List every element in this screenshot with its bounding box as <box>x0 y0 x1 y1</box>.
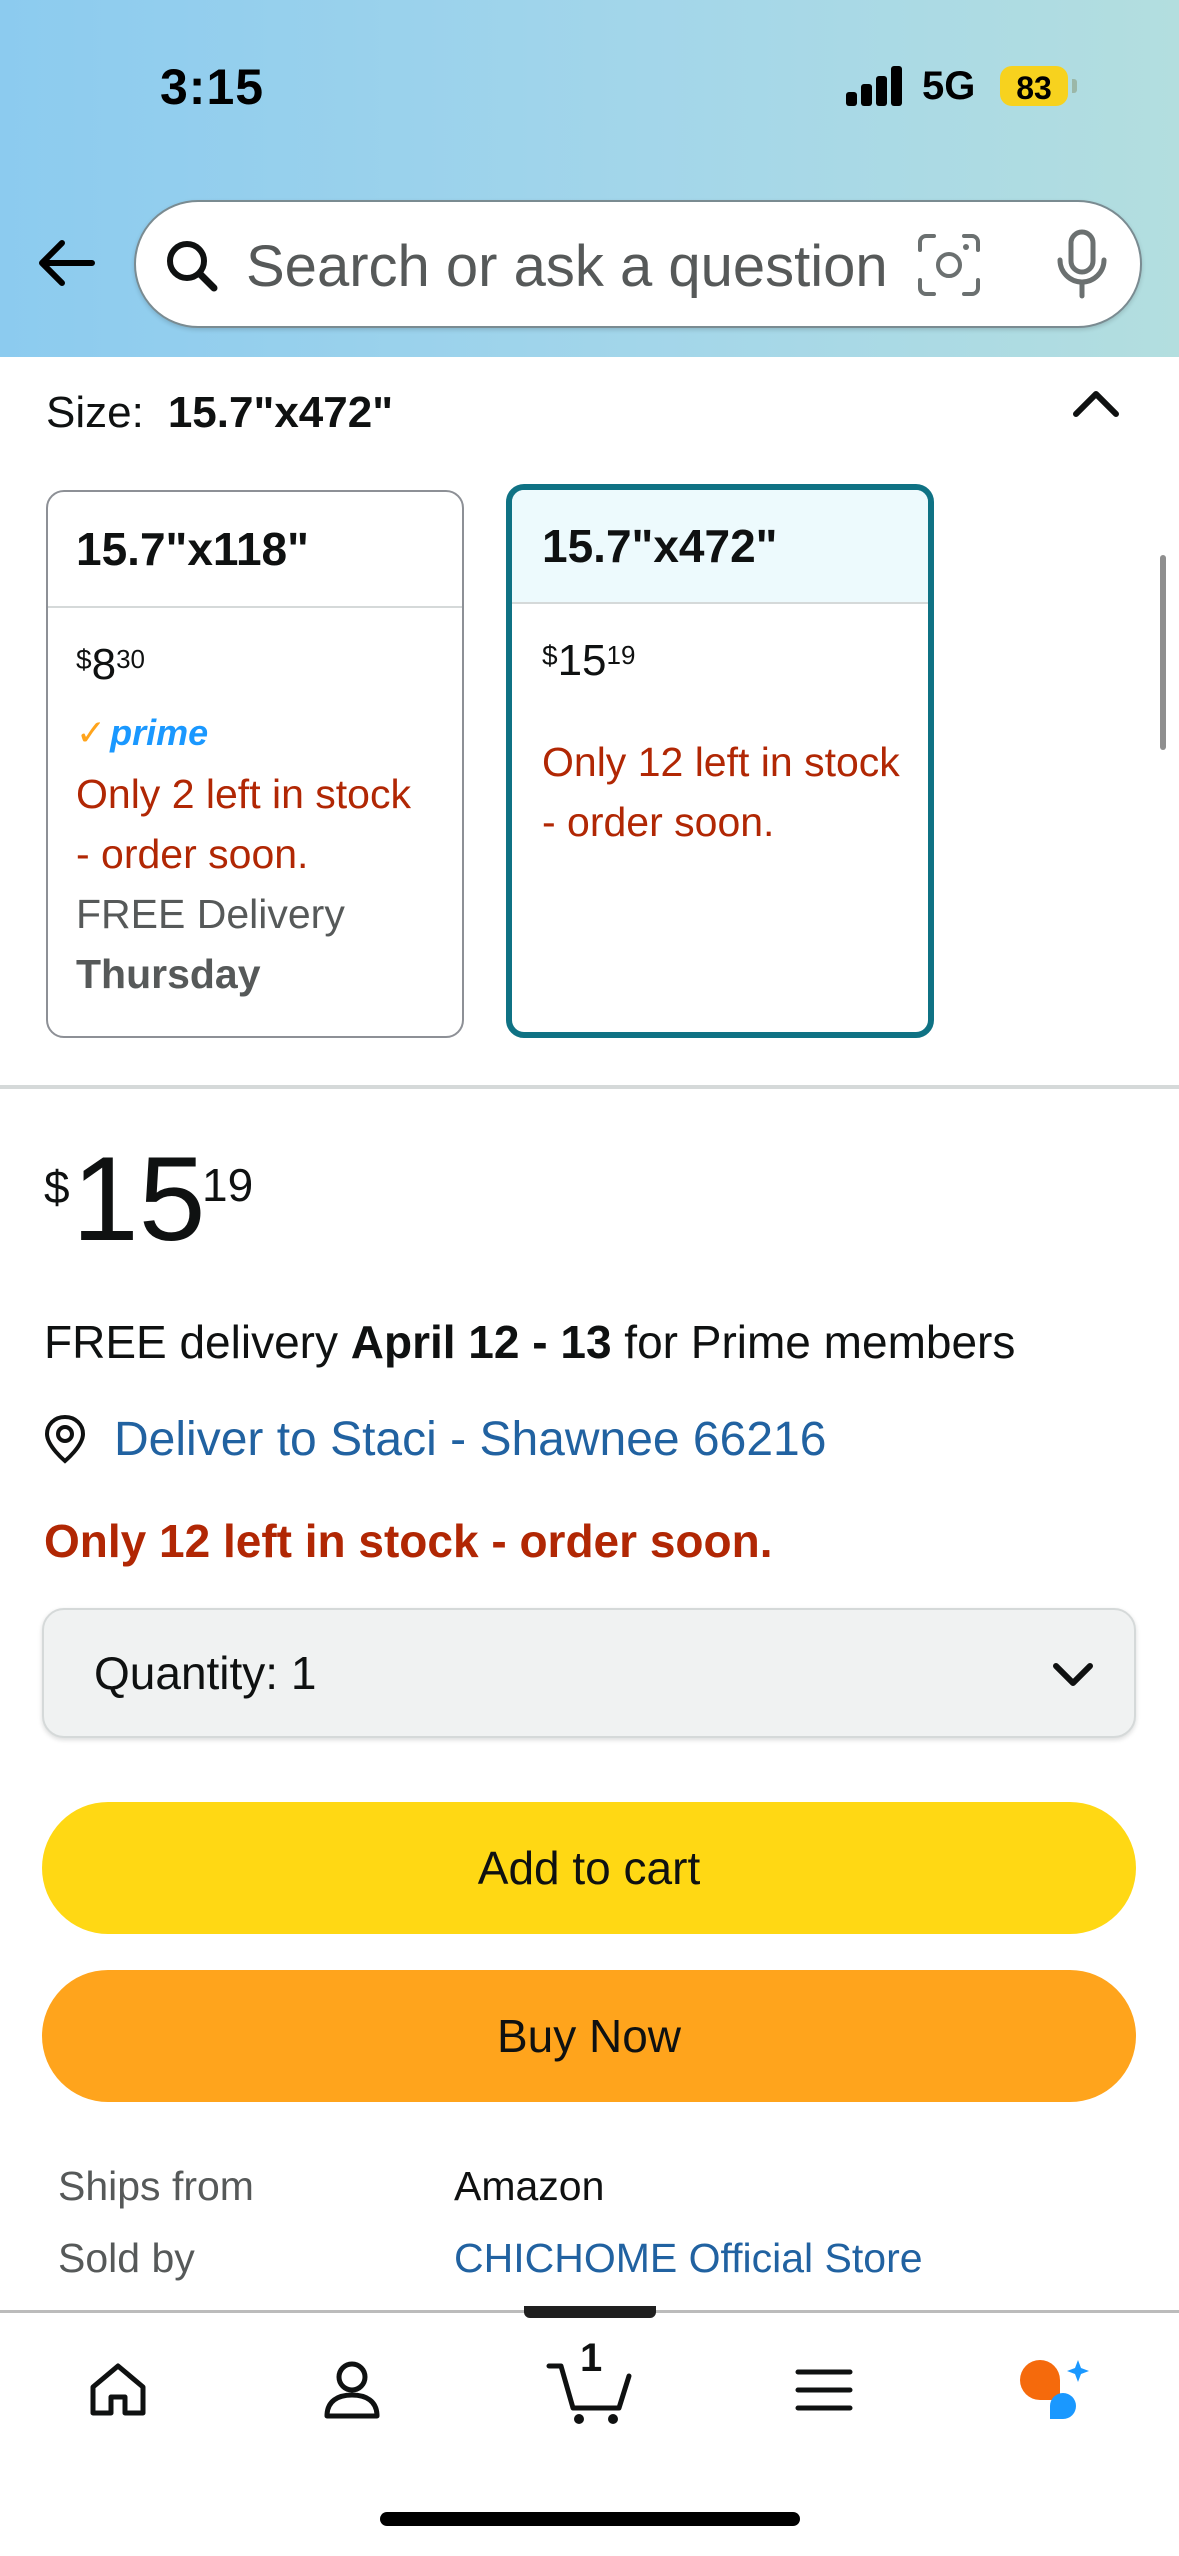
battery-level: 83 <box>1016 70 1052 106</box>
delivery-info: FREE delivery April 12 - 13 for Prime me… <box>44 1316 1016 1368</box>
deliver-to-link[interactable]: Deliver to Staci - Shawnee 66216 <box>40 1412 826 1467</box>
active-tab-indicator <box>524 2306 656 2318</box>
quantity-label: Quantity: 1 <box>94 1647 317 1699</box>
microphone-icon[interactable] <box>1052 228 1112 302</box>
back-button[interactable] <box>30 228 100 298</box>
status-time: 3:15 <box>160 59 265 115</box>
section-divider <box>0 1085 1179 1089</box>
size-option-price: $830 <box>76 640 145 689</box>
selected-size: 15.7"x472" <box>167 388 394 437</box>
nav-cart[interactable]: 1 <box>540 2336 640 2440</box>
price-symbol: $ <box>44 1161 70 1213</box>
search-input[interactable] <box>246 224 926 308</box>
size-label: Size: <box>46 388 144 437</box>
nav-rufus[interactable] <box>1006 2340 1106 2440</box>
back-arrow-icon <box>39 240 95 286</box>
cellular-signal-icon <box>846 66 904 106</box>
add-to-cart-button[interactable]: Add to cart <box>42 1802 1136 1934</box>
prime-check-icon: ✓ <box>76 712 107 753</box>
size-option-card-selected[interactable]: 15.7"x472" $1519 Only 12 left in stock -… <box>506 484 934 1038</box>
quantity-dropdown[interactable]: Quantity: 1 <box>42 1608 1136 1738</box>
rufus-assistant-icon <box>1020 2360 1089 2419</box>
menu-icon <box>795 2369 853 2411</box>
size-option-stock: Only 2 left in stock - order soon. <box>76 771 411 877</box>
nav-account[interactable] <box>302 2340 402 2440</box>
scroll-indicator <box>1160 555 1166 750</box>
size-option-stock: Only 12 left in stock - order soon. <box>542 739 900 845</box>
size-option-name: 15.7"x472" <box>512 490 928 604</box>
size-selector-label: Size: 15.7"x472" <box>46 388 393 438</box>
account-icon <box>324 2361 380 2419</box>
size-option-price: $1519 <box>542 636 636 685</box>
size-option-name: 15.7"x118" <box>48 492 462 608</box>
search-icon <box>167 241 218 292</box>
home-icon <box>90 2363 146 2416</box>
size-option-delivery: FREE Delivery Thursday <box>76 891 345 997</box>
battery-icon: 83 <box>1000 66 1068 106</box>
size-option-card[interactable]: 15.7"x118" $830 ✓ prime Only 2 left in st… <box>46 490 464 1038</box>
location-pin-icon <box>44 1414 86 1464</box>
sold-by-label: Sold by <box>58 2235 195 2281</box>
chevron-down-icon <box>1053 1663 1093 1686</box>
network-type: 5G <box>922 64 976 108</box>
search-bar[interactable] <box>134 200 1142 328</box>
home-indicator <box>380 2512 800 2526</box>
seller-link[interactable]: CHICHOME Official Store <box>454 2235 923 2282</box>
buy-now-button[interactable]: Buy Now <box>42 1970 1136 2102</box>
prime-badge: ✓ prime <box>76 712 209 753</box>
ships-from-value: Amazon <box>454 2163 605 2209</box>
chevron-up-icon[interactable] <box>1066 378 1126 428</box>
stock-message: Only 12 left in stock - order soon. <box>44 1515 773 1567</box>
delivery-location[interactable]: Deliver to Staci - Shawnee 66216 <box>114 1412 826 1467</box>
nav-menu[interactable] <box>774 2340 874 2440</box>
cart-count-badge: 1 <box>580 2336 603 2380</box>
nav-home[interactable] <box>68 2340 168 2440</box>
price-whole: 15 <box>72 1132 206 1266</box>
quantity-value: 1 <box>290 1647 317 1699</box>
price-fraction: 19 <box>202 1159 254 1211</box>
battery-tip <box>1072 79 1077 93</box>
ships-from-label: Ships from <box>58 2163 254 2209</box>
camera-lens-icon[interactable] <box>916 232 982 298</box>
header: 3:15 5G 83 <box>0 0 1179 357</box>
